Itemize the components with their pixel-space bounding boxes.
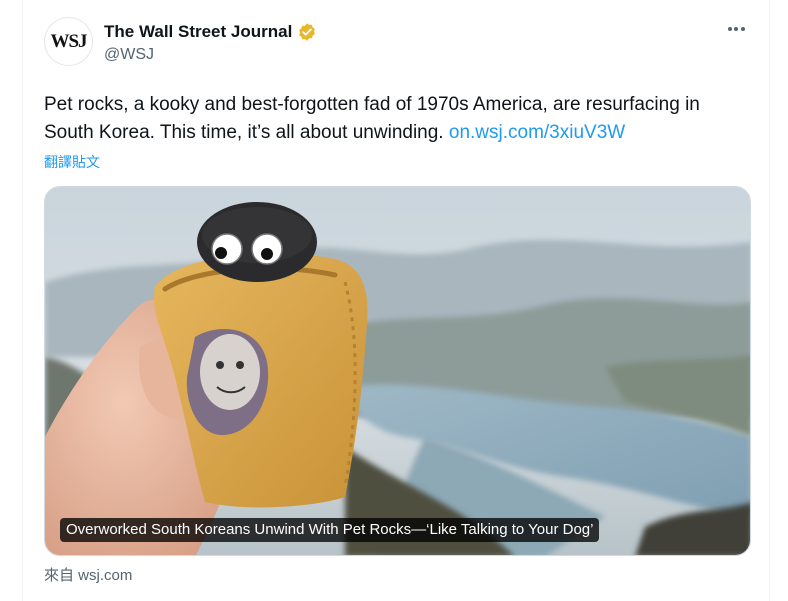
link-card[interactable]: Overworked South Koreans Unwind With Pet…: [44, 186, 751, 556]
user-handle[interactable]: @WSJ: [104, 46, 154, 64]
tweet-link[interactable]: on.wsj.com/3xiuV3W: [449, 122, 625, 143]
card-headline[interactable]: Overworked South Koreans Unwind With Pet…: [60, 518, 600, 542]
translate-post-link[interactable]: 翻譯貼文: [44, 152, 100, 172]
tweet-container: WSJ The Wall Street Journal @WSJ Pet roc…: [22, 0, 770, 601]
author-row: The Wall Street Journal: [104, 21, 317, 43]
card-source[interactable]: 來自 wsj.com: [44, 564, 132, 585]
gold-verified-icon[interactable]: [297, 22, 317, 42]
tweet-text: Pet rocks, a kooky and best-forgotten fa…: [44, 91, 754, 147]
avatar[interactable]: WSJ: [44, 17, 93, 66]
card-image: [45, 187, 750, 555]
display-name[interactable]: The Wall Street Journal: [104, 22, 292, 42]
more-options-icon[interactable]: [725, 18, 747, 40]
